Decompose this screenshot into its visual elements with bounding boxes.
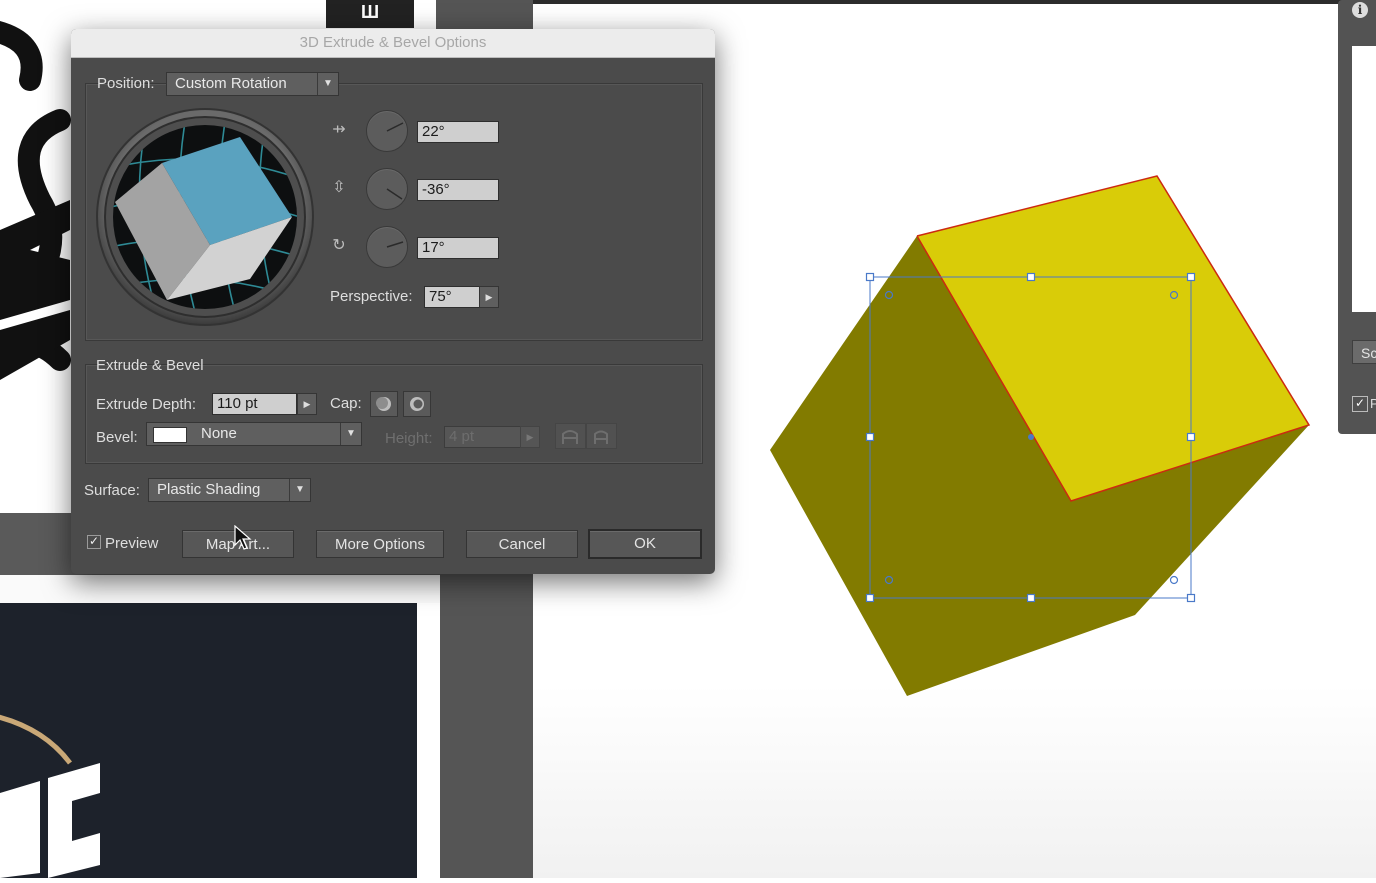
chevron-down-icon: ▼ <box>317 73 338 95</box>
handle-top-right[interactable] <box>1186 272 1196 282</box>
bevel-in-button[interactable] <box>586 423 617 449</box>
y-rotation-dial[interactable] <box>366 168 408 210</box>
bevel-dropdown[interactable]: None ▼ <box>146 422 362 446</box>
handle-left[interactable] <box>865 432 875 442</box>
corner-widget-br[interactable] <box>1169 575 1179 585</box>
perspective-field[interactable]: 75° <box>424 286 480 308</box>
preview-label: Preview <box>105 535 159 552</box>
z-rotation-dial[interactable] <box>366 226 408 268</box>
z-axis-rotate-icon: ↻ <box>332 237 346 254</box>
y-rotation-field[interactable]: -36° <box>417 179 499 201</box>
center-point <box>1028 434 1034 440</box>
preview-checkbox[interactable]: ✓ <box>87 535 101 549</box>
extrude-depth-label: Extrude Depth: <box>96 396 197 413</box>
cap-on-icon <box>376 397 391 411</box>
perspective-label: Perspective: <box>330 288 413 305</box>
ok-button[interactable]: OK <box>588 529 702 559</box>
position-dropdown[interactable]: Custom Rotation ▼ <box>166 72 339 96</box>
perspective-slider-arrow[interactable]: ▶ <box>479 286 499 308</box>
x-rotation-dial[interactable] <box>366 110 408 152</box>
height-slider-arrow[interactable]: ▶ <box>520 426 540 448</box>
height-label: Height: <box>385 430 433 447</box>
handle-right[interactable] <box>1186 432 1196 442</box>
mouse-pointer-icon <box>234 525 252 550</box>
extrude-depth-slider-arrow[interactable]: ▶ <box>297 393 317 415</box>
position-dropdown-value: Custom Rotation <box>175 75 287 92</box>
x-rotation-field[interactable]: 22° <box>417 121 499 143</box>
surface-dropdown[interactable]: Plastic Shading ▼ <box>148 478 311 502</box>
dialog-title: 3D Extrude & Bevel Options <box>299 34 487 51</box>
bevel-dropdown-value: None <box>201 425 237 442</box>
handle-bottom-right[interactable] <box>1186 593 1196 603</box>
surface-label: Surface: <box>84 482 140 499</box>
cap-label: Cap: <box>330 395 362 412</box>
chevron-down-icon: ▼ <box>340 423 361 445</box>
cap-off-icon <box>410 397 424 411</box>
cancel-button[interactable]: Cancel <box>466 530 578 558</box>
extrude-bevel-dialog: 3D Extrude & Bevel Options Position: Cus… <box>71 29 715 574</box>
more-options-button[interactable]: More Options <box>316 530 444 558</box>
dialog-titlebar[interactable]: 3D Extrude & Bevel Options <box>71 29 715 58</box>
position-label: Position: <box>97 75 155 92</box>
cap-off-button[interactable] <box>403 391 431 417</box>
bevel-swatch-icon <box>153 427 187 443</box>
z-rotation-field[interactable]: 17° <box>417 237 499 259</box>
extrude-bevel-heading: Extrude & Bevel <box>96 357 204 374</box>
handle-top[interactable] <box>1026 272 1036 282</box>
y-axis-rotate-icon: ⇳ <box>332 179 346 196</box>
bevel-out-button[interactable] <box>555 423 586 449</box>
cap-on-button[interactable] <box>370 391 398 417</box>
handle-bottom-left[interactable] <box>865 593 875 603</box>
bevel-out-icon <box>562 430 578 444</box>
rotation-track-cube[interactable] <box>95 107 315 327</box>
bevel-label: Bevel: <box>96 429 138 446</box>
handle-top-left[interactable] <box>865 272 875 282</box>
chevron-down-icon: ▼ <box>289 479 310 501</box>
bevel-in-icon <box>594 430 608 444</box>
x-axis-rotate-icon: ⇸ <box>332 121 346 138</box>
extrude-depth-field[interactable]: 110 pt <box>212 393 297 415</box>
handle-bottom[interactable] <box>1026 593 1036 603</box>
height-field[interactable]: 4 pt <box>444 426 521 448</box>
surface-dropdown-value: Plastic Shading <box>157 481 261 498</box>
